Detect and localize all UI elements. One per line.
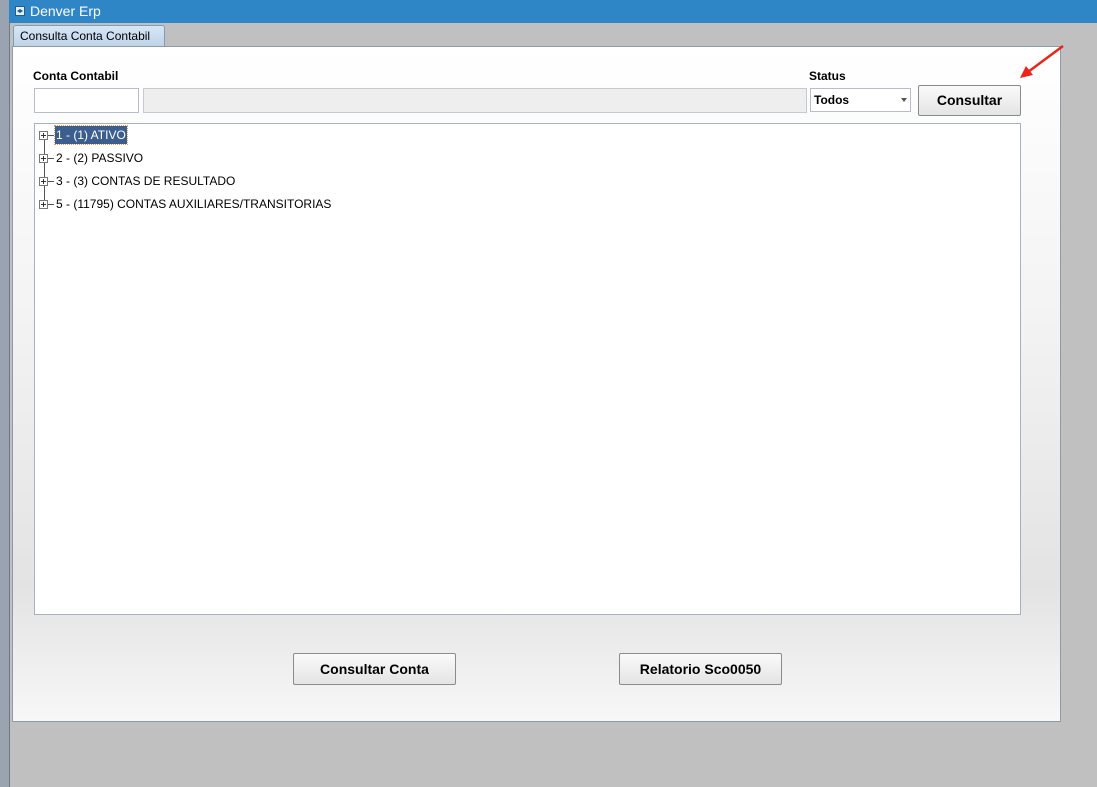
app-window-icon[interactable] <box>15 6 25 16</box>
tree-branch-line <box>48 135 54 136</box>
tree-node-label: 1 - (1) ATIVO <box>54 125 128 145</box>
relatorio-sco0050-button[interactable]: Relatorio Sco0050 <box>619 653 782 685</box>
tree-node-label: 3 - (3) CONTAS DE RESULTADO <box>56 174 236 188</box>
chevron-down-icon <box>901 98 907 102</box>
status-label: Status <box>809 69 846 83</box>
tree-branch-line <box>48 158 54 159</box>
tree-connector-line <box>44 137 45 206</box>
title-bar: Denver Erp <box>9 0 1097 23</box>
tree-node-label: 2 - (2) PASSIVO <box>56 151 144 165</box>
tree-branch-line <box>48 181 54 182</box>
expand-plus-icon[interactable] <box>39 131 48 140</box>
tree-branch-line <box>48 204 54 205</box>
account-tree[interactable]: 1 - (1) ATIVO 2 - (2) PASSIVO 3 - (3) CO… <box>34 123 1021 615</box>
expand-plus-icon[interactable] <box>39 154 48 163</box>
expand-plus-icon[interactable] <box>39 177 48 186</box>
left-window-edge <box>0 0 10 787</box>
expand-plus-icon[interactable] <box>39 200 48 209</box>
screen: Denver Erp Consulta Conta Contabil Conta… <box>0 0 1097 787</box>
conta-contabil-input[interactable] <box>34 88 139 113</box>
window-title: Denver Erp <box>30 3 101 19</box>
red-arrow-annotation-icon <box>1020 44 1064 78</box>
consultar-conta-button[interactable]: Consultar Conta <box>293 653 456 685</box>
conta-contabil-label: Conta Contabil <box>33 69 119 83</box>
status-selected-value: Todos <box>814 93 850 107</box>
consultar-button[interactable]: Consultar <box>918 85 1021 116</box>
conta-description-field <box>143 88 807 113</box>
tree-node-label: 5 - (11795) CONTAS AUXILIARES/TRANSITORI… <box>56 197 332 211</box>
status-select[interactable]: Todos <box>810 88 911 112</box>
tab-consulta-conta-contabil[interactable]: Consulta Conta Contabil <box>13 25 165 46</box>
